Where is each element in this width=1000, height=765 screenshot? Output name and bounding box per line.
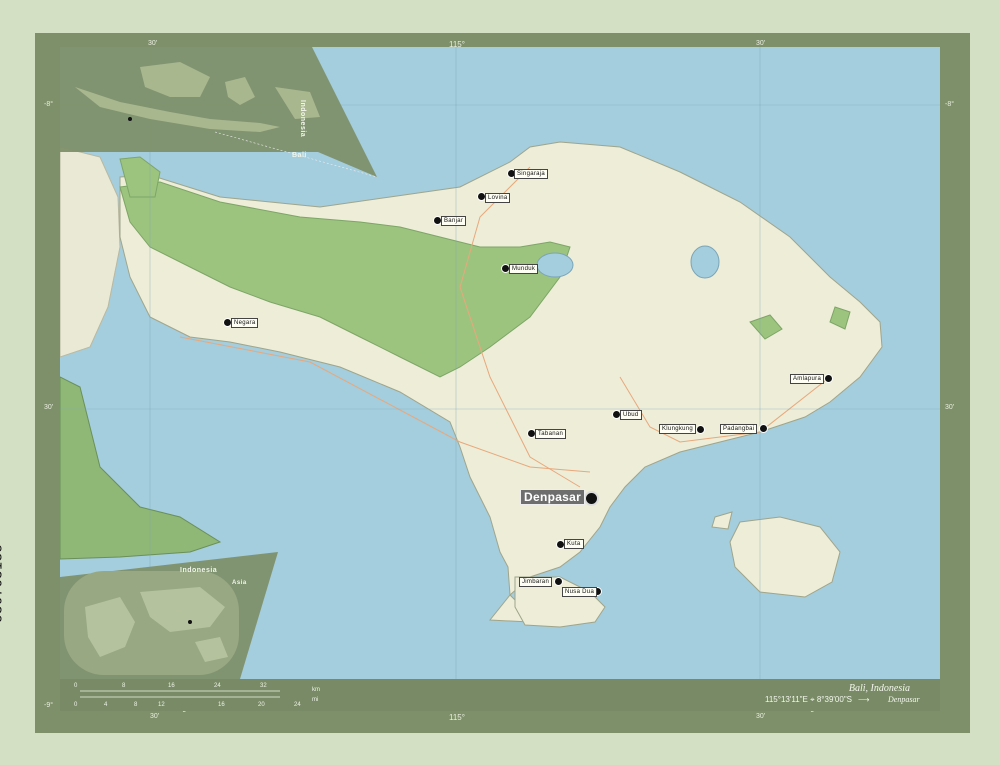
- world-region-label: Asia: [232, 580, 247, 586]
- city-label-padangbai: Padangbai: [720, 424, 758, 434]
- target-icon: ⌖: [810, 695, 815, 704]
- map-graphic: [60, 47, 940, 679]
- tick-left-1: -8°: [44, 101, 54, 108]
- scale-mi-24: 24: [294, 702, 301, 708]
- scale-unit-km: km: [312, 687, 320, 693]
- city-label-banjar: Banjar: [441, 216, 467, 226]
- capital-marker[interactable]: [584, 491, 599, 506]
- city-marker-padangbai[interactable]: [759, 424, 768, 433]
- city-marker-jimbaran[interactable]: [554, 577, 563, 586]
- coordinate-lat: 8°39'00"S: [816, 695, 852, 704]
- scale-mi-20: 20: [258, 702, 265, 708]
- tick-bottom-3: 115°: [449, 713, 465, 722]
- scale-mi-12: 12: [158, 702, 165, 708]
- scale-km-32: 32: [260, 683, 267, 689]
- city-label-nusa-dua: Nusa Dua: [562, 587, 598, 597]
- tick-bottom-5: 30': [756, 713, 766, 720]
- scale-unit-mi: mi: [312, 697, 319, 703]
- city-label-munduk: Munduk: [509, 264, 539, 274]
- tick-bottom-1: 30': [150, 713, 160, 720]
- tick-top-3: 30': [756, 40, 766, 47]
- tick-top-1: 30': [148, 40, 158, 47]
- city-label-kuta: Kuta: [564, 539, 584, 549]
- city-label-klungkung: Klungkung: [659, 424, 697, 434]
- tick-right-1: -8°: [945, 101, 955, 108]
- arrow-right-icon: ⟶: [858, 695, 870, 704]
- city-label-tabanan: Tabanan: [535, 429, 567, 439]
- tick-left-2: 30': [44, 404, 54, 411]
- world-country-label: Indonesia: [180, 567, 218, 574]
- city-label-lovina: Lovina: [485, 193, 511, 203]
- map-title: Bali, Indonesia: [848, 683, 910, 694]
- city-label-amlapura: Amlapura: [790, 374, 825, 384]
- capital-label: Denpasar: [520, 489, 586, 505]
- tick-top-2: 115°: [449, 40, 465, 49]
- scale-km-24: 24: [214, 683, 221, 689]
- inset-country-label: Indonesia: [299, 100, 306, 138]
- city-marker-klungkung[interactable]: [696, 425, 705, 434]
- stock-id: 536763135: [0, 543, 5, 623]
- coordinate-readout: 115°13'11"E ⌖ 8°39'00"S: [765, 695, 852, 705]
- inset-region-label: Bali: [292, 152, 307, 159]
- scale-bar: [80, 690, 280, 698]
- scale-mi-8: 8: [134, 702, 138, 708]
- city-label-singaraja: Singaraja: [514, 169, 549, 179]
- map-canvas[interactable]: [60, 47, 940, 679]
- scale-mi-16: 16: [218, 702, 225, 708]
- city-label-jimbaran: Jimbaran: [519, 577, 553, 587]
- scale-mi-4: 4: [104, 702, 108, 708]
- scale-km-8: 8: [122, 683, 126, 689]
- coordinate-lon: 115°13'11"E: [765, 695, 808, 704]
- scale-km-16: 16: [168, 683, 175, 689]
- tick-left-3: -9°: [44, 702, 54, 709]
- capital-note: Denpasar: [888, 695, 920, 704]
- city-marker-amlapura[interactable]: [824, 374, 833, 383]
- scale-mi-0: 0: [74, 702, 78, 708]
- city-label-negara: Negara: [231, 318, 259, 328]
- scale-km-0: 0: [74, 683, 78, 689]
- city-label-ubud: Ubud: [620, 410, 642, 420]
- tick-right-2: 30': [945, 404, 955, 411]
